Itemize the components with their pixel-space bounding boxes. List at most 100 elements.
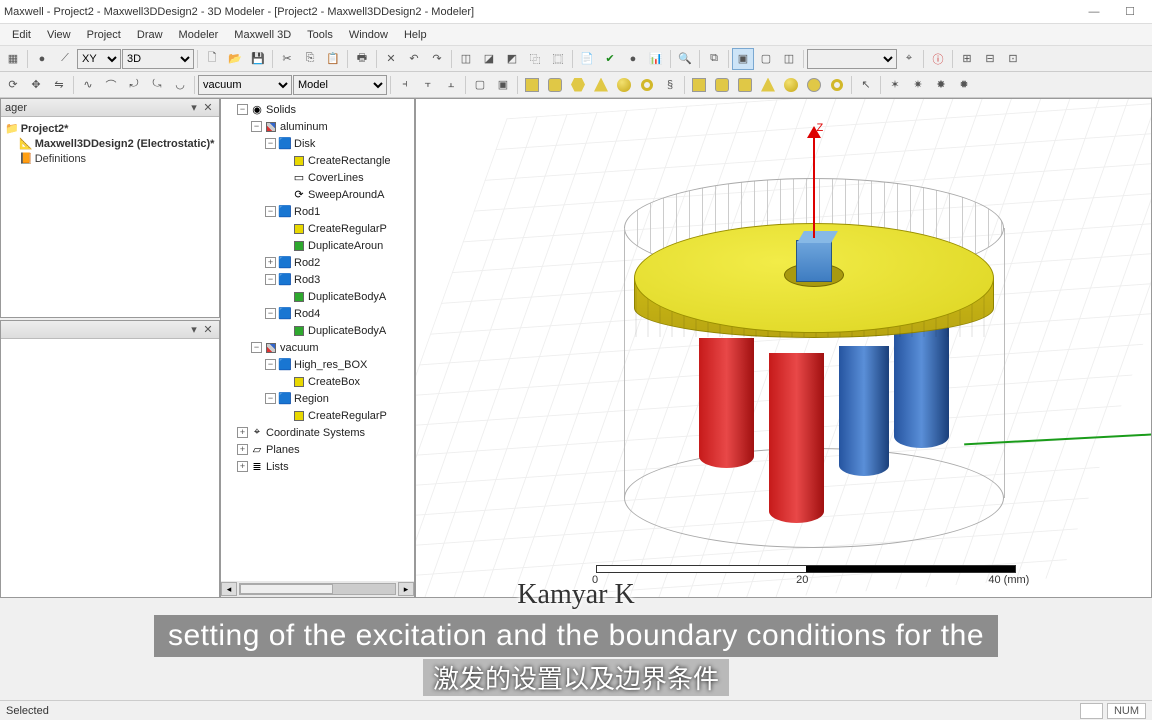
minimize-button[interactable]: — — [1076, 2, 1112, 22]
curve4-icon[interactable]: ⤿ — [146, 74, 168, 96]
zoom-icon[interactable]: 🔍 — [674, 48, 696, 70]
overlap-icon[interactable]: ⧉ — [703, 48, 725, 70]
net2-icon[interactable]: ✷ — [907, 74, 929, 96]
face2-icon[interactable]: ▣ — [492, 74, 514, 96]
align3-icon[interactable]: ⫠ — [440, 74, 462, 96]
shape-sphere-icon[interactable] — [613, 74, 635, 96]
sheet-box-icon[interactable] — [688, 74, 710, 96]
mesh2-icon[interactable]: ⊟ — [979, 48, 1001, 70]
bool-subtract-icon[interactable]: ◪ — [478, 48, 500, 70]
tree-region[interactable]: −🟦Region — [223, 390, 412, 407]
panel-dropdown-icon[interactable]: ▾ — [187, 101, 201, 115]
shape-cylinder-icon[interactable] — [544, 74, 566, 96]
net1-icon[interactable]: ✶ — [884, 74, 906, 96]
align1-icon[interactable]: ⫞ — [394, 74, 416, 96]
point-icon[interactable]: ● — [31, 48, 53, 70]
panel-close-icon[interactable]: ✕ — [201, 101, 215, 115]
new-icon[interactable]: ▦ — [2, 48, 24, 70]
tree-rod2[interactable]: +🟦Rod2 — [223, 254, 412, 271]
menu-modeler[interactable]: Modeler — [171, 27, 227, 43]
menu-view[interactable]: View — [39, 27, 79, 43]
tree-vacuum[interactable]: −vacuum — [223, 339, 412, 356]
tree-aluminum[interactable]: −aluminum — [223, 118, 412, 135]
tree-rod4[interactable]: −🟦Rod4 — [223, 305, 412, 322]
report-icon[interactable]: 📊 — [645, 48, 667, 70]
paste-icon[interactable]: 📋 — [322, 48, 344, 70]
menu-project[interactable]: Project — [79, 27, 129, 43]
print-icon[interactable]: 🖶 — [351, 48, 373, 70]
menu-help[interactable]: Help — [396, 27, 435, 43]
plane-select[interactable]: XY — [77, 49, 121, 69]
rotate-icon[interactable]: ⟳ — [2, 74, 24, 96]
project-design[interactable]: 📐Maxwell3DDesign2 (Electrostatic)* — [5, 136, 215, 151]
sheet-ring-icon[interactable] — [826, 74, 848, 96]
snap-icon[interactable]: ⌖ — [898, 48, 920, 70]
render-hidden-icon[interactable]: ◫ — [778, 48, 800, 70]
tree-hires-op[interactable]: CreateBox — [223, 373, 412, 390]
net4-icon[interactable]: ✹ — [953, 74, 975, 96]
tree-planes[interactable]: +▱Planes — [223, 441, 412, 458]
curve2-icon[interactable]: ⌒ — [100, 74, 122, 96]
tree-disk-op2[interactable]: ▭CoverLines — [223, 169, 412, 186]
sheet-poly-icon[interactable] — [734, 74, 756, 96]
curve3-icon[interactable]: ⤾ — [123, 74, 145, 96]
tree-disk-op1[interactable]: CreateRectangle — [223, 152, 412, 169]
menu-draw[interactable]: Draw — [129, 27, 171, 43]
sheet-cone-icon[interactable] — [757, 74, 779, 96]
sheet-sphere-icon[interactable] — [780, 74, 802, 96]
tree-disk[interactable]: −🟦Disk — [223, 135, 412, 152]
new-doc-icon[interactable]: 🗋 — [201, 48, 223, 70]
tree-rod4-op[interactable]: DuplicateBodyA — [223, 322, 412, 339]
bool-intersect-icon[interactable]: ◩ — [501, 48, 523, 70]
tree-rod1[interactable]: −🟦Rod1 — [223, 203, 412, 220]
analyze-icon[interactable]: ● — [622, 48, 644, 70]
maximize-button[interactable]: ☐ — [1112, 2, 1148, 22]
material-select[interactable]: vacuum — [198, 75, 292, 95]
shape-box-icon[interactable] — [521, 74, 543, 96]
shape-helix-icon[interactable]: § — [659, 74, 681, 96]
check-icon[interactable]: ✔ — [599, 48, 621, 70]
bool-union-icon[interactable]: ◫ — [455, 48, 477, 70]
bool-split-icon[interactable]: ⿻ — [524, 48, 546, 70]
scroll-left-icon[interactable]: ◂ — [221, 582, 237, 596]
shape-torus-icon[interactable] — [636, 74, 658, 96]
tree-hscroll[interactable]: ◂ ▸ — [221, 581, 414, 597]
render-wire-icon[interactable]: ▢ — [755, 48, 777, 70]
move-icon[interactable]: ✥ — [25, 74, 47, 96]
bool-imprint-icon[interactable]: ⿴ — [547, 48, 569, 70]
model-select[interactable]: Model — [293, 75, 387, 95]
copy-icon[interactable]: ⎘ — [299, 48, 321, 70]
scroll-right-icon[interactable]: ▸ — [398, 582, 414, 596]
info-icon[interactable]: ⓘ — [927, 48, 949, 70]
mesh1-icon[interactable]: ⊞ — [956, 48, 978, 70]
menu-maxwell3d[interactable]: Maxwell 3D — [226, 27, 299, 43]
tree-rod1-op2[interactable]: DuplicateAroun — [223, 237, 412, 254]
mesh3-icon[interactable]: ⊡ — [1002, 48, 1024, 70]
project-definitions[interactable]: 📙Definitions — [5, 151, 215, 166]
cut-icon[interactable]: ✂ — [276, 48, 298, 70]
tree-rod3-op[interactable]: DuplicateBodyA — [223, 288, 412, 305]
sheet-cyl-icon[interactable] — [711, 74, 733, 96]
align2-icon[interactable]: ⫟ — [417, 74, 439, 96]
tree-rod3[interactable]: −🟦Rod3 — [223, 271, 412, 288]
3d-viewport[interactable]: Z 0 20 40 (mm) — [415, 98, 1152, 598]
bg-select[interactable] — [807, 49, 897, 69]
mode-select[interactable]: 3D — [122, 49, 194, 69]
open-icon[interactable]: 📂 — [224, 48, 246, 70]
tree-solids[interactable]: −◉Solids — [223, 101, 412, 118]
shape-cone-icon[interactable] — [590, 74, 612, 96]
shape-polygon-icon[interactable] — [567, 74, 589, 96]
face1-icon[interactable]: ▢ — [469, 74, 491, 96]
select-icon[interactable]: ↖ — [855, 74, 877, 96]
tree-disk-op3[interactable]: ⟳SweepAroundA — [223, 186, 412, 203]
panel-close-icon[interactable]: ✕ — [201, 323, 215, 337]
tree-rod1-op1[interactable]: CreateRegularP — [223, 220, 412, 237]
menu-edit[interactable]: Edit — [4, 27, 39, 43]
tree-lists[interactable]: +≣Lists — [223, 458, 412, 475]
tree-region-op[interactable]: CreateRegularP — [223, 407, 412, 424]
sheet-disc-icon[interactable] — [803, 74, 825, 96]
tree-coordsys[interactable]: +⌖Coordinate Systems — [223, 424, 412, 441]
line-icon[interactable]: ⟋ — [54, 48, 76, 70]
project-root[interactable]: 📁Project2* — [5, 121, 215, 136]
curve5-icon[interactable]: ◡ — [169, 74, 191, 96]
